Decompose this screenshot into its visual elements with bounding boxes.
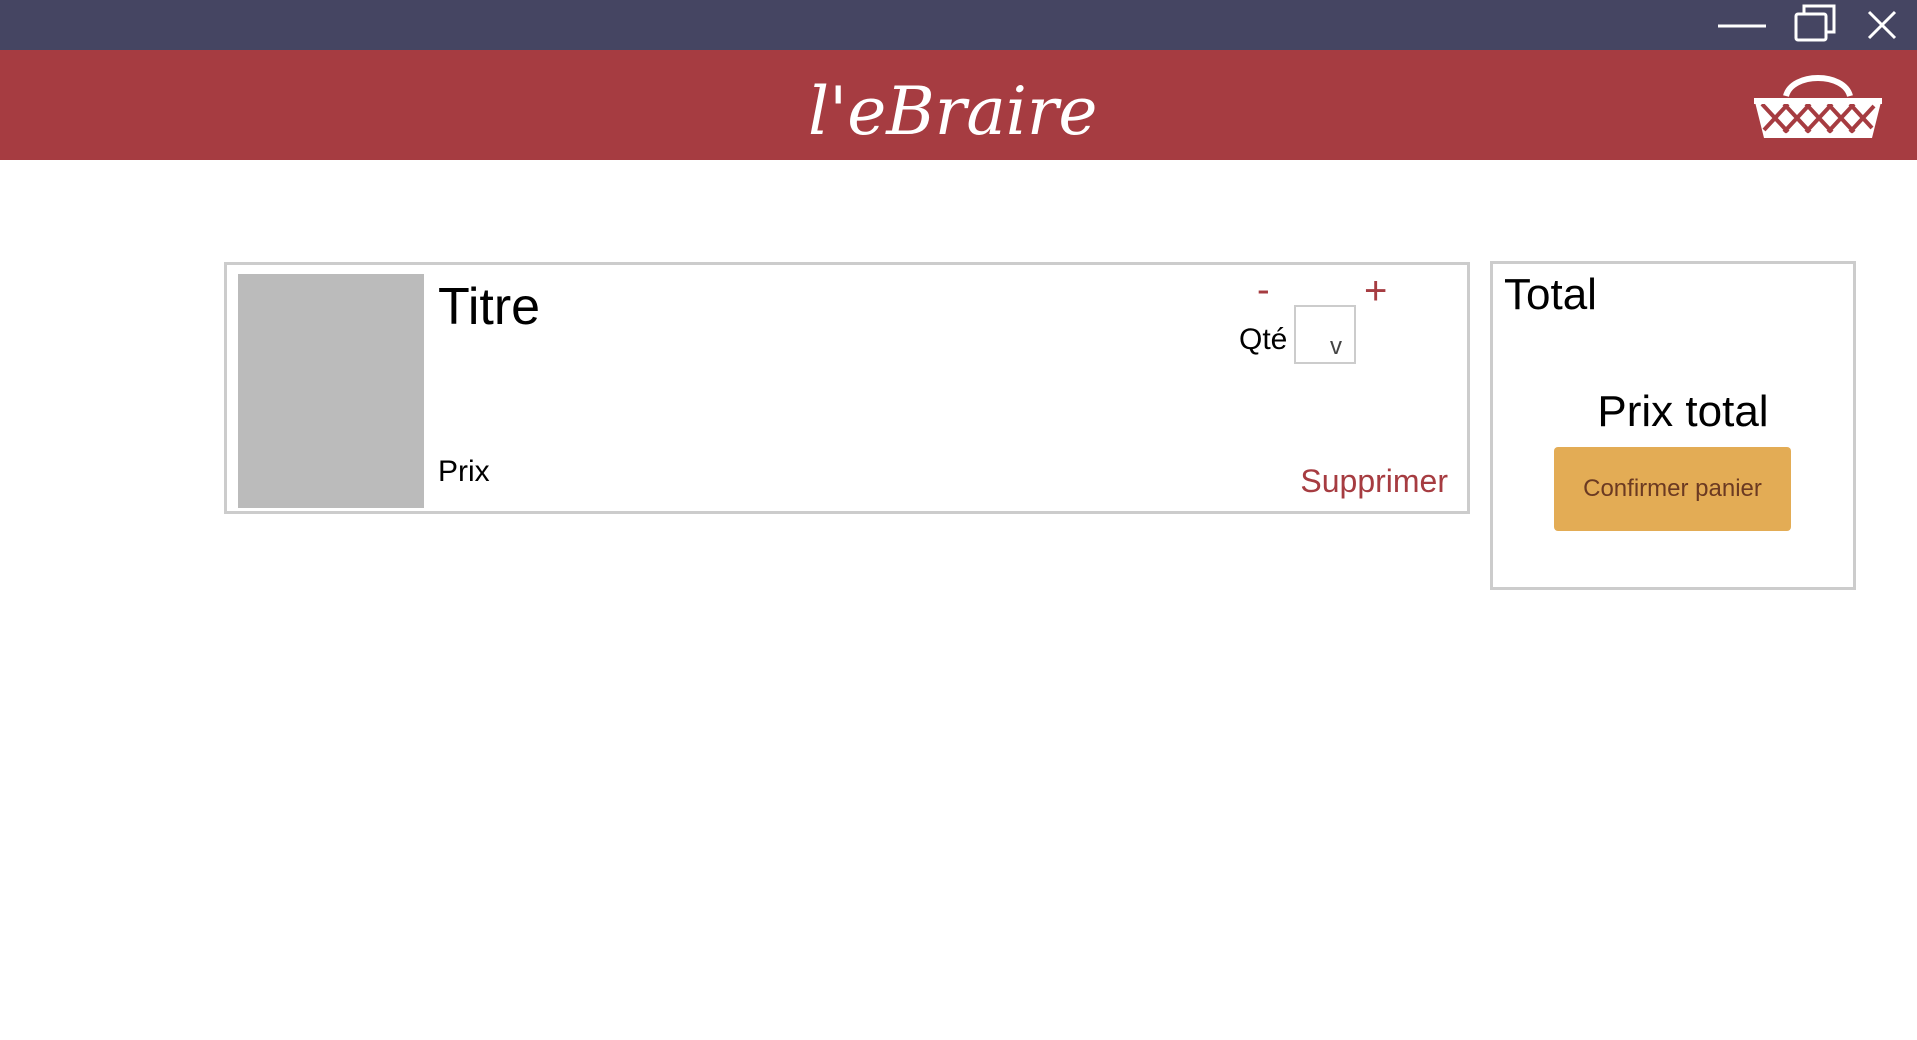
- quantity-label: Qté: [1239, 323, 1288, 356]
- quantity-select[interactable]: v: [1294, 305, 1356, 364]
- brand-logo[interactable]: l'eBraire: [800, 64, 1120, 154]
- cart-item: Titre Prix - + Qté v Supprimer: [224, 262, 1470, 514]
- close-button[interactable]: [1855, 0, 1915, 50]
- dropdown-arrow-icon: v: [1330, 333, 1342, 360]
- item-price: Prix: [438, 455, 490, 488]
- svg-text:l'eBraire: l'eBraire: [808, 73, 1097, 150]
- close-icon: [1867, 10, 1897, 40]
- total-price: Prix total: [1597, 387, 1769, 436]
- restore-icon: [1794, 4, 1836, 42]
- app-header: l'eBraire: [0, 50, 1917, 160]
- minimize-button[interactable]: [1712, 0, 1772, 50]
- item-title: Titre: [438, 278, 541, 336]
- basket-icon[interactable]: [1748, 68, 1888, 148]
- total-panel: Total Prix total Confirmer panier: [1490, 261, 1856, 590]
- book-cover-placeholder: [238, 274, 424, 508]
- quantity-increase-button[interactable]: +: [1364, 271, 1387, 311]
- window-titlebar: [0, 0, 1917, 50]
- total-heading: Total: [1504, 270, 1597, 319]
- minimize-icon: [1718, 24, 1766, 28]
- delete-item-link[interactable]: Supprimer: [1300, 465, 1448, 497]
- confirm-cart-button[interactable]: Confirmer panier: [1554, 447, 1791, 531]
- restore-button[interactable]: [1790, 0, 1850, 50]
- quantity-decrease-button[interactable]: -: [1257, 271, 1270, 309]
